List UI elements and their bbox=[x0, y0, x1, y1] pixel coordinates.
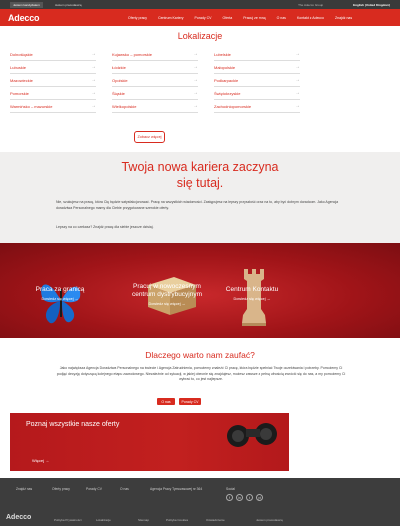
career-paragraph: Nie, szukujesz na pracę, która Cię będzi… bbox=[56, 200, 339, 210]
arrow-right-icon: → bbox=[295, 77, 300, 83]
career-paragraph: Lepszy na co czekasz? Znajdź pracę dla s… bbox=[56, 225, 154, 229]
location-link[interactable]: Warmińsko – mazurskie → bbox=[10, 100, 96, 113]
footer-link[interactable]: Porady CV bbox=[86, 487, 102, 491]
location-link[interactable]: Dolnośląskie → bbox=[10, 48, 96, 61]
candidate-link[interactable]: Jestem kandydatem bbox=[10, 1, 43, 8]
career-title: Twoja nowa kariera zaczyna się tutaj. bbox=[121, 160, 279, 190]
arrow-right-icon: → bbox=[295, 51, 300, 57]
location-link[interactable]: Lubuskie → bbox=[10, 61, 96, 74]
arrow-right-icon: → bbox=[91, 77, 96, 83]
footer-link[interactable]: Agencja Pracy Tymczasowej nr 364 bbox=[150, 487, 202, 491]
youtube-icon[interactable]: yt bbox=[256, 494, 263, 501]
location-link[interactable]: Małopolskie → bbox=[214, 61, 300, 74]
footer-link[interactable]: Znajdź nas bbox=[16, 487, 32, 491]
footer-bottom-link[interactable]: Lokalizacje bbox=[96, 518, 111, 522]
location-link[interactable]: Śląskie → bbox=[112, 87, 198, 100]
footer-bottom-link[interactable]: Sitemap bbox=[138, 518, 149, 522]
arrow-right-icon: → bbox=[91, 103, 96, 109]
social-title: Social bbox=[226, 487, 235, 491]
offers-banner[interactable]: Poznaj wszystkie nasze oferty Więcej → bbox=[10, 413, 289, 471]
nav-item[interactable]: Oferty pracy bbox=[128, 16, 147, 20]
footer-logo[interactable]: Adecco bbox=[6, 514, 31, 521]
offers-title: Poznaj wszystkie nasze oferty bbox=[26, 421, 120, 428]
lokalizacje-title: Lokalizacje bbox=[177, 31, 223, 41]
arrow-right-icon: → bbox=[193, 90, 198, 96]
nav-item[interactable]: Znajdź nas bbox=[335, 16, 352, 20]
facebook-icon[interactable]: f bbox=[226, 494, 233, 501]
why-paragraph: Jako największa Agencja Doradztwa Person… bbox=[56, 366, 346, 381]
arrow-right-icon: → bbox=[193, 77, 198, 83]
footer-bottom-link[interactable]: Polityka Prywatności bbox=[54, 518, 82, 522]
learn-more-link[interactable]: Dowiedz się więcej → bbox=[212, 297, 292, 301]
footer-bottom-link[interactable]: Oświadczenie bbox=[206, 518, 225, 522]
location-link[interactable]: Mazowieckie → bbox=[10, 74, 96, 87]
nav-item[interactable]: Oferta bbox=[222, 16, 232, 20]
cv-tips-button[interactable]: Porady CV bbox=[179, 398, 201, 405]
main-nav: Oferty pracy Centrum Kariery Porady CV O… bbox=[128, 16, 352, 20]
nav-item[interactable]: Pracuj ze mną bbox=[243, 16, 265, 20]
arrow-right-icon: → bbox=[193, 64, 198, 70]
why-title: Dlaczego warto nam zaufać? bbox=[145, 350, 255, 360]
arrow-right-icon: → bbox=[91, 51, 96, 57]
footer-link[interactable]: O nas bbox=[120, 487, 129, 491]
career-paths-banner: Praca za granicą Dowiedz się więcej → Pr… bbox=[0, 243, 400, 338]
logo[interactable]: Adecco bbox=[8, 13, 128, 23]
arrow-right-icon: → bbox=[193, 103, 198, 109]
page: Jestem kandydatem Jestem pracodawcą The … bbox=[0, 0, 400, 526]
arrow-right-icon: → bbox=[193, 51, 198, 57]
arrow-right-icon: → bbox=[295, 103, 300, 109]
about-us-button[interactable]: O nas bbox=[157, 398, 175, 405]
footer-bottom-link[interactable]: Polityka Cookies bbox=[166, 518, 188, 522]
location-link[interactable]: Kujawsko – pomorskie → bbox=[112, 48, 198, 61]
nav-item[interactable]: Porady CV bbox=[195, 16, 212, 20]
learn-more-link[interactable]: Dowiedz się więcej → bbox=[24, 297, 96, 301]
twitter-icon[interactable]: t bbox=[246, 494, 253, 501]
career-section: Twoja nowa kariera zaczyna się tutaj. Ni… bbox=[0, 152, 400, 243]
footer: Znajdź nas Oferty pracy Porady CV O nas … bbox=[0, 478, 400, 526]
location-link[interactable]: Wielkopolskie → bbox=[112, 100, 198, 113]
location-link[interactable]: Podkarpackie → bbox=[214, 74, 300, 87]
binoculars-image bbox=[227, 423, 277, 447]
arrow-right-icon: → bbox=[295, 90, 300, 96]
arrow-right-icon: → bbox=[91, 64, 96, 70]
location-link[interactable]: Świętokrzyskie → bbox=[214, 87, 300, 100]
tile-distribution-center[interactable]: Pracuj w nowoczesnym centrum dystrybucyj… bbox=[118, 283, 216, 306]
main-header: Adecco Oferty pracy Centrum Kariery Pora… bbox=[0, 9, 400, 26]
locations-grid: Dolnośląskie → Kujawsko – pomorskie → Lube… bbox=[10, 48, 300, 113]
location-link[interactable]: Opolskie → bbox=[112, 74, 198, 87]
more-locations-button[interactable]: Zobacz więcej bbox=[134, 131, 165, 143]
group-link[interactable]: The Adecco Group bbox=[298, 3, 323, 7]
footer-bottom-link[interactable]: Jestem pracodawcą bbox=[256, 518, 283, 522]
more-offers-link[interactable]: Więcej → bbox=[32, 458, 49, 463]
nav-item[interactable]: Centrum Kariery bbox=[158, 16, 183, 20]
learn-more-link[interactable]: Dowiedz się więcej → bbox=[118, 302, 216, 306]
location-link[interactable]: Pomorskie → bbox=[10, 87, 96, 100]
arrow-right-icon: → bbox=[91, 90, 96, 96]
employer-link[interactable]: Jestem pracodawcą bbox=[55, 3, 82, 7]
linkedin-icon[interactable]: in bbox=[236, 494, 243, 501]
utility-bar: Jestem kandydatem Jestem pracodawcą The … bbox=[0, 0, 400, 9]
nav-item[interactable]: O nas bbox=[277, 16, 286, 20]
location-link[interactable]: Lubelskie → bbox=[214, 48, 300, 61]
tile-work-abroad[interactable]: Praca za granicą Dowiedz się więcej → bbox=[24, 286, 96, 301]
language-selector[interactable]: English (United Kingdom) bbox=[353, 3, 390, 7]
tile-contact-center[interactable]: Centrum Kontaktu Dowiedz się więcej → bbox=[212, 286, 292, 301]
footer-link[interactable]: Oferty pracy bbox=[52, 487, 70, 491]
arrow-right-icon: → bbox=[295, 64, 300, 70]
location-link[interactable]: Łódzkie → bbox=[112, 61, 198, 74]
location-link[interactable]: Zachodniopomorskie → bbox=[214, 100, 300, 113]
nav-item[interactable]: Kontakt z Adecco bbox=[297, 16, 324, 20]
